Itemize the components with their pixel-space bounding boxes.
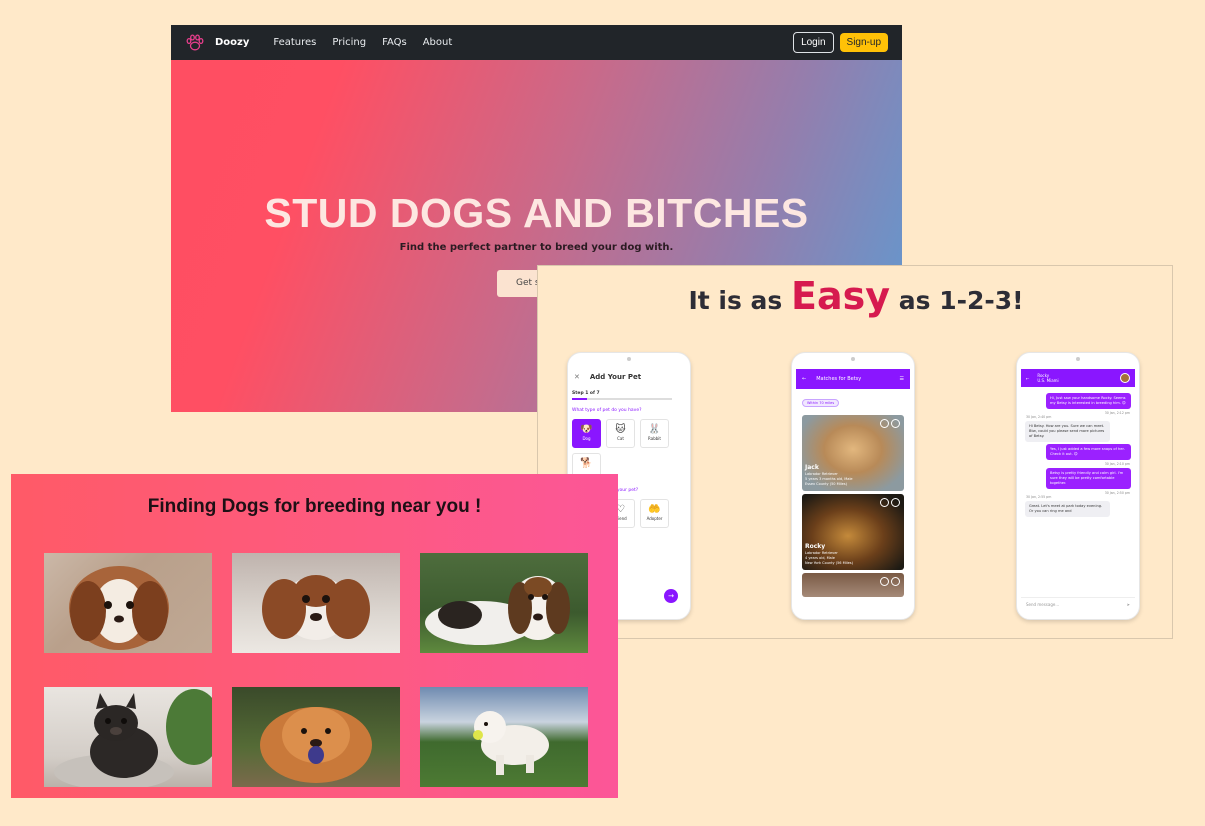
paw-logo-icon[interactable]: [185, 33, 205, 53]
close-icon[interactable]: ✕: [574, 373, 580, 381]
easy-title-before: It is as: [688, 286, 783, 315]
card-actions: [880, 498, 900, 507]
chat-message-out: Betsy is pretty friendly and calm girl. …: [1046, 468, 1131, 489]
pet-type-label: Cat: [617, 436, 624, 441]
message-input[interactable]: Send message... ➤: [1021, 597, 1135, 611]
dog-photo-spaniel-puppy: [232, 553, 400, 653]
add-pet-header: ✕ Add Your Pet: [572, 369, 686, 385]
match-info: Jack Labrador Retriever 5 years 3 months…: [805, 464, 853, 487]
dog-photo-poodle: [420, 687, 588, 787]
dog-photo-cavalier: [44, 553, 212, 653]
card-actions: [880, 577, 900, 586]
phone-chat: ← Rocky U.S. Miami Hi, Just saw your han…: [1016, 352, 1140, 620]
phone-notch: [792, 353, 914, 365]
adopt-icon: 🤲: [648, 504, 661, 515]
login-button[interactable]: Login: [793, 32, 834, 53]
dog-photo-french-bulldog: [44, 687, 212, 787]
hero-title: STUD DOGS AND BITCHES: [264, 190, 809, 236]
avatar[interactable]: [1120, 373, 1130, 383]
card-actions: [880, 419, 900, 428]
hero-subtitle: Find the perfect partner to breed your d…: [399, 242, 674, 253]
phone-matches: ← Matches for Betsy ☰ Within 70 miles Ja…: [791, 352, 915, 620]
chat-icon[interactable]: [880, 419, 889, 428]
easy-title-highlight: Easy: [791, 274, 891, 318]
match-card[interactable]: Jack Labrador Retriever 5 years 3 months…: [802, 415, 904, 491]
dog-photo-chow-chow: [232, 687, 400, 787]
nav-pricing[interactable]: Pricing: [332, 37, 366, 48]
finding-dogs-screenshot: Finding Dogs for breeding near you !: [11, 474, 618, 798]
heart-icon[interactable]: [891, 419, 900, 428]
step-indicator: Step 1 of 7: [572, 391, 600, 396]
heart-icon[interactable]: [891, 498, 900, 507]
back-arrow-icon[interactable]: ←: [1026, 376, 1029, 381]
phone-notch: [568, 353, 690, 365]
pet-type-label: Rabbit: [648, 436, 661, 441]
match-info: Rocky Labrador Retriever 4 years old, Ma…: [805, 543, 853, 566]
pet-type-label: Dog: [582, 436, 591, 441]
dog-icon: 🐶: [580, 424, 593, 435]
easy-title-after: as 1-2-3!: [898, 286, 1024, 315]
pet-type-options: 🐶 Dog 🐱 Cat 🐰 Rabbit 🐕: [572, 419, 686, 482]
message-placeholder: Send message...: [1026, 602, 1060, 607]
nav-faqs[interactable]: FAQs: [382, 37, 407, 48]
nav-about[interactable]: About: [423, 37, 453, 48]
add-pet-title: Add Your Pet: [589, 373, 642, 381]
step-progress-bar: [572, 398, 672, 400]
rabbit-icon: 🐰: [648, 424, 661, 435]
easy-steps-screenshot: It is as Easy as 1-2-3! ✕ Add Your Pet S…: [537, 265, 1173, 639]
chat-contact-status: U.S. Miami: [1037, 378, 1059, 383]
brand-name[interactable]: Doozy: [215, 37, 249, 48]
match-name: Rocky: [805, 543, 826, 550]
match-card[interactable]: Rocky Labrador Retriever 4 years old, Ma…: [802, 494, 904, 570]
match-location: Essex County (50 Miles): [805, 482, 847, 486]
matches-title: Matches for Betsy: [816, 376, 862, 382]
pet-icon: 🐕: [580, 458, 593, 469]
chat-message-in: Hi Betsy. How are you. Sure we can meet.…: [1025, 421, 1110, 442]
match-card-partial[interactable]: [802, 573, 904, 597]
chat-message-out: Yes, I just added a few more snaps of he…: [1046, 444, 1131, 460]
message-time: 30 Jan, 2:40 pm: [1026, 415, 1052, 419]
pet-type-dog[interactable]: 🐶 Dog: [572, 419, 601, 448]
phone-notch: [1017, 353, 1139, 365]
chat-icon[interactable]: [880, 577, 889, 586]
match-name: Jack: [805, 464, 819, 471]
chat-message-in: Great. Let's meet at park today evening.…: [1025, 501, 1110, 517]
dog-photo-basset-hound: [420, 553, 588, 653]
pet-type-rabbit[interactable]: 🐰 Rabbit: [640, 419, 669, 448]
message-time: 30 Jan, 2:10 pm: [1104, 462, 1130, 466]
chat-header: ← Rocky U.S. Miami: [1021, 369, 1135, 387]
chat-message-out: Hi, Just saw your handsome Rocky. Seems …: [1046, 393, 1131, 409]
navbar: Doozy Features Pricing FAQs About Login …: [171, 25, 902, 60]
chat-thread: Hi, Just saw your handsome Rocky. Seems …: [1021, 387, 1135, 517]
match-location: New York County (56 Miles): [805, 561, 853, 565]
send-icon[interactable]: ➤: [1127, 602, 1130, 607]
easy-title: It is as Easy as 1-2-3!: [538, 274, 1172, 318]
distance-filter-pill[interactable]: Within 70 miles: [802, 399, 840, 407]
filter-icon[interactable]: ☰: [900, 376, 904, 382]
matches-header: ← Matches for Betsy ☰: [796, 369, 910, 389]
next-arrow-button[interactable]: →: [664, 589, 678, 603]
pet-type-cat[interactable]: 🐱 Cat: [606, 419, 635, 448]
chat-icon[interactable]: [880, 498, 889, 507]
message-time: 30 Jan, 2:55 pm: [1026, 495, 1052, 499]
chat-contact: Rocky U.S. Miami: [1037, 373, 1120, 383]
nav-features[interactable]: Features: [273, 37, 316, 48]
phone-screen: ← Matches for Betsy ☰ Within 70 miles Ja…: [796, 369, 910, 611]
signup-button[interactable]: Sign-up: [839, 33, 888, 52]
finding-dogs-title: Finding Dogs for breeding near you !: [147, 496, 482, 517]
cat-icon: 🐱: [615, 424, 626, 435]
heart-icon[interactable]: [891, 577, 900, 586]
back-arrow-icon[interactable]: ←: [802, 376, 806, 382]
pet-type-question: What type of pet do you have?: [572, 408, 642, 413]
purpose-adopter[interactable]: 🤲 Adopter: [640, 499, 669, 528]
phone-screen: ← Rocky U.S. Miami Hi, Just saw your han…: [1021, 369, 1135, 611]
purpose-label: Adopter: [646, 516, 663, 521]
